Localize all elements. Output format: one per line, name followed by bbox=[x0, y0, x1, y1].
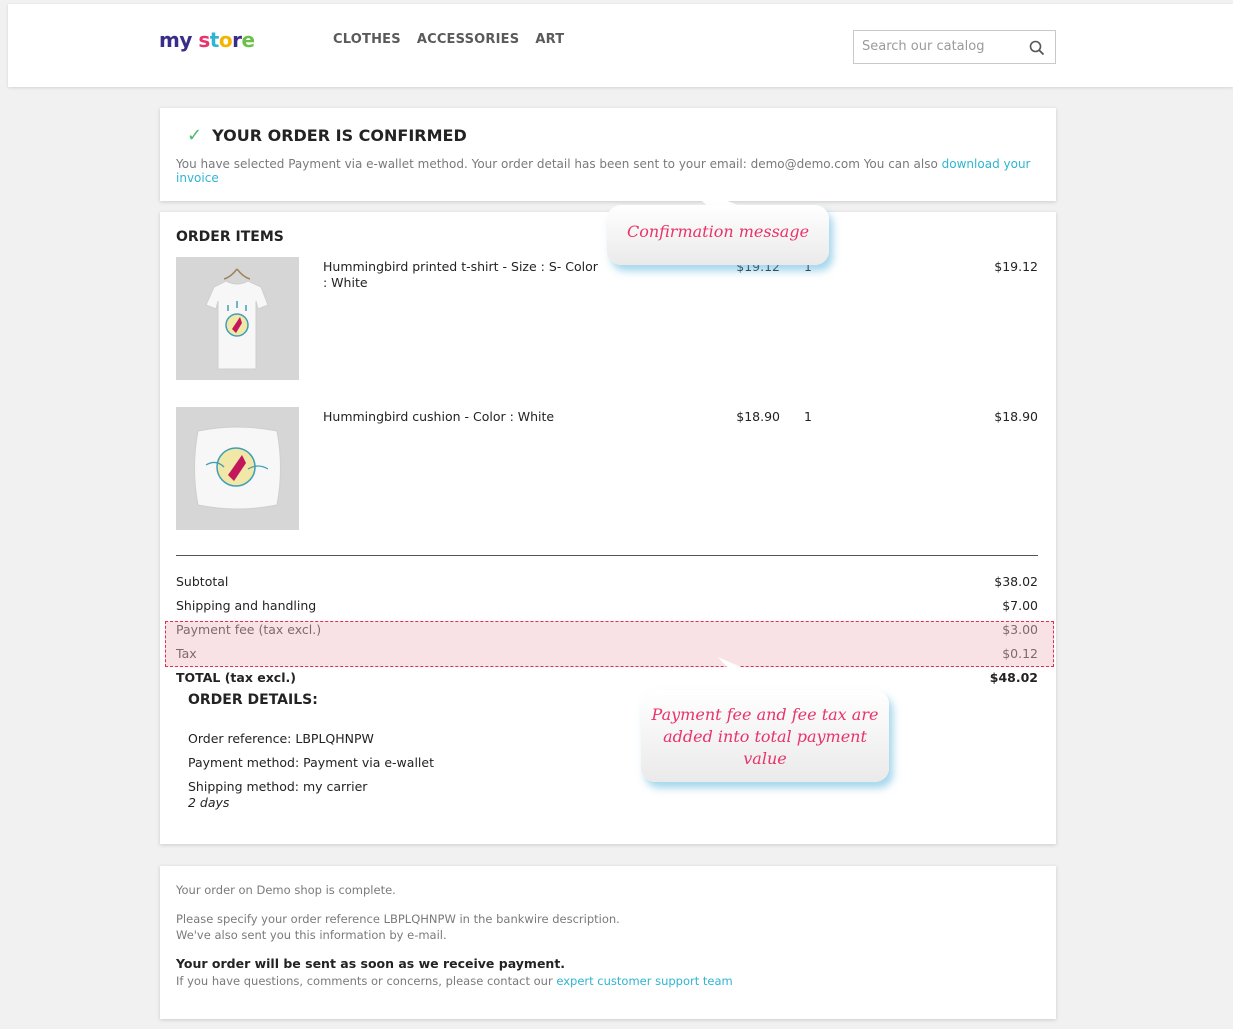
summary-row-subtotal: Subtotal $38.02 bbox=[176, 574, 1038, 594]
bankwire-instructions: Please specify your order reference LBPL… bbox=[176, 912, 620, 926]
search-icon[interactable] bbox=[1029, 40, 1045, 56]
logo-letter: t bbox=[209, 28, 220, 52]
order-reference: Order reference: LBPLQHNPW bbox=[188, 731, 374, 746]
shipping-notice-text: Your order will be sent as soon as we re… bbox=[176, 956, 566, 971]
summary-row-total: TOTAL (tax excl.) $48.02 bbox=[176, 670, 1038, 690]
cushion-illustration bbox=[176, 407, 299, 530]
item-name[interactable]: Hummingbird printed t-shirt - Size : S- … bbox=[323, 259, 603, 291]
confirmation-callout: Confirmation message bbox=[607, 205, 829, 265]
check-icon: ✓ bbox=[187, 125, 203, 146]
bubble-tail bbox=[718, 657, 800, 693]
confirmation-title: ✓ YOUR ORDER IS CONFIRMED bbox=[187, 125, 467, 146]
callout-text: Payment fee and fee tax are bbox=[651, 705, 879, 724]
nav-art[interactable]: ART bbox=[535, 32, 564, 47]
item-total: $19.12 bbox=[994, 259, 1038, 274]
email-notice: We've also sent you this information by … bbox=[176, 928, 447, 942]
logo-letter: o bbox=[218, 28, 233, 52]
store-logo[interactable]: my store bbox=[159, 28, 255, 52]
payment-fee-callout: Payment fee and fee tax are added into t… bbox=[641, 690, 889, 782]
tshirt-illustration bbox=[176, 257, 299, 380]
support-link[interactable]: expert customer support team bbox=[556, 974, 732, 988]
order-complete-text: Your order on Demo shop is complete. bbox=[176, 883, 396, 897]
order-items-title: ORDER ITEMS bbox=[176, 229, 284, 245]
nav-clothes[interactable]: CLOTHES bbox=[333, 32, 401, 47]
item-total: $18.90 bbox=[994, 409, 1038, 424]
site-header: my store CLOTHES ACCESSORIES ART bbox=[8, 4, 1233, 87]
order-items-card: ORDER ITEMS Hummingbird printed t-shirt … bbox=[160, 212, 1056, 844]
item-name[interactable]: Hummingbird cushion - Color : White bbox=[323, 409, 603, 425]
callout-text: value bbox=[743, 749, 787, 768]
contact-text: If you have questions, comments or conce… bbox=[176, 973, 733, 989]
callout-text: added into total payment bbox=[663, 727, 867, 746]
order-details-title: ORDER DETAILS: bbox=[188, 692, 318, 708]
logo-text-my: my bbox=[159, 28, 192, 52]
main-nav: CLOTHES ACCESSORIES ART bbox=[333, 32, 564, 47]
search-input[interactable] bbox=[862, 39, 1022, 54]
summary-row-shipping: Shipping and handling $7.00 bbox=[176, 598, 1038, 618]
summary-label: TOTAL (tax excl.) bbox=[176, 670, 296, 685]
contact-prefix: If you have questions, comments or conce… bbox=[176, 974, 557, 988]
shipping-delay: 2 days bbox=[188, 795, 230, 810]
item-price: $18.90 bbox=[736, 409, 780, 424]
summary-value: $48.02 bbox=[989, 670, 1038, 685]
cushion-image[interactable] bbox=[176, 407, 299, 530]
fee-highlight-box bbox=[165, 621, 1054, 667]
confirmation-message: You have selected Payment via e-wallet m… bbox=[176, 157, 942, 171]
payment-info-card: Your order on Demo shop is complete. Ple… bbox=[160, 866, 1056, 1019]
confirmation-text: You have selected Payment via e-wallet m… bbox=[176, 157, 1056, 185]
search-box bbox=[853, 30, 1056, 64]
summary-value: $7.00 bbox=[1002, 598, 1038, 613]
summary-label: Subtotal bbox=[176, 574, 229, 589]
shipping-method: Shipping method: my carrier bbox=[188, 779, 368, 794]
summary-divider bbox=[176, 555, 1038, 556]
summary-label: Shipping and handling bbox=[176, 598, 317, 613]
confirmation-card: ✓ YOUR ORDER IS CONFIRMED You have selec… bbox=[160, 108, 1056, 201]
item-qty: 1 bbox=[804, 409, 812, 424]
summary-value: $38.02 bbox=[994, 574, 1038, 589]
tshirt-image[interactable] bbox=[176, 257, 299, 380]
callout-text: Confirmation message bbox=[626, 222, 810, 241]
payment-method: Payment method: Payment via e-wallet bbox=[188, 755, 434, 770]
nav-accessories[interactable]: ACCESSORIES bbox=[417, 32, 520, 47]
shipping-notice: Your order will be sent as soon as we re… bbox=[176, 956, 565, 972]
logo-letter: s bbox=[198, 28, 210, 52]
confirmation-title-text: YOUR ORDER IS CONFIRMED bbox=[212, 126, 467, 145]
logo-letter: e bbox=[241, 28, 255, 52]
